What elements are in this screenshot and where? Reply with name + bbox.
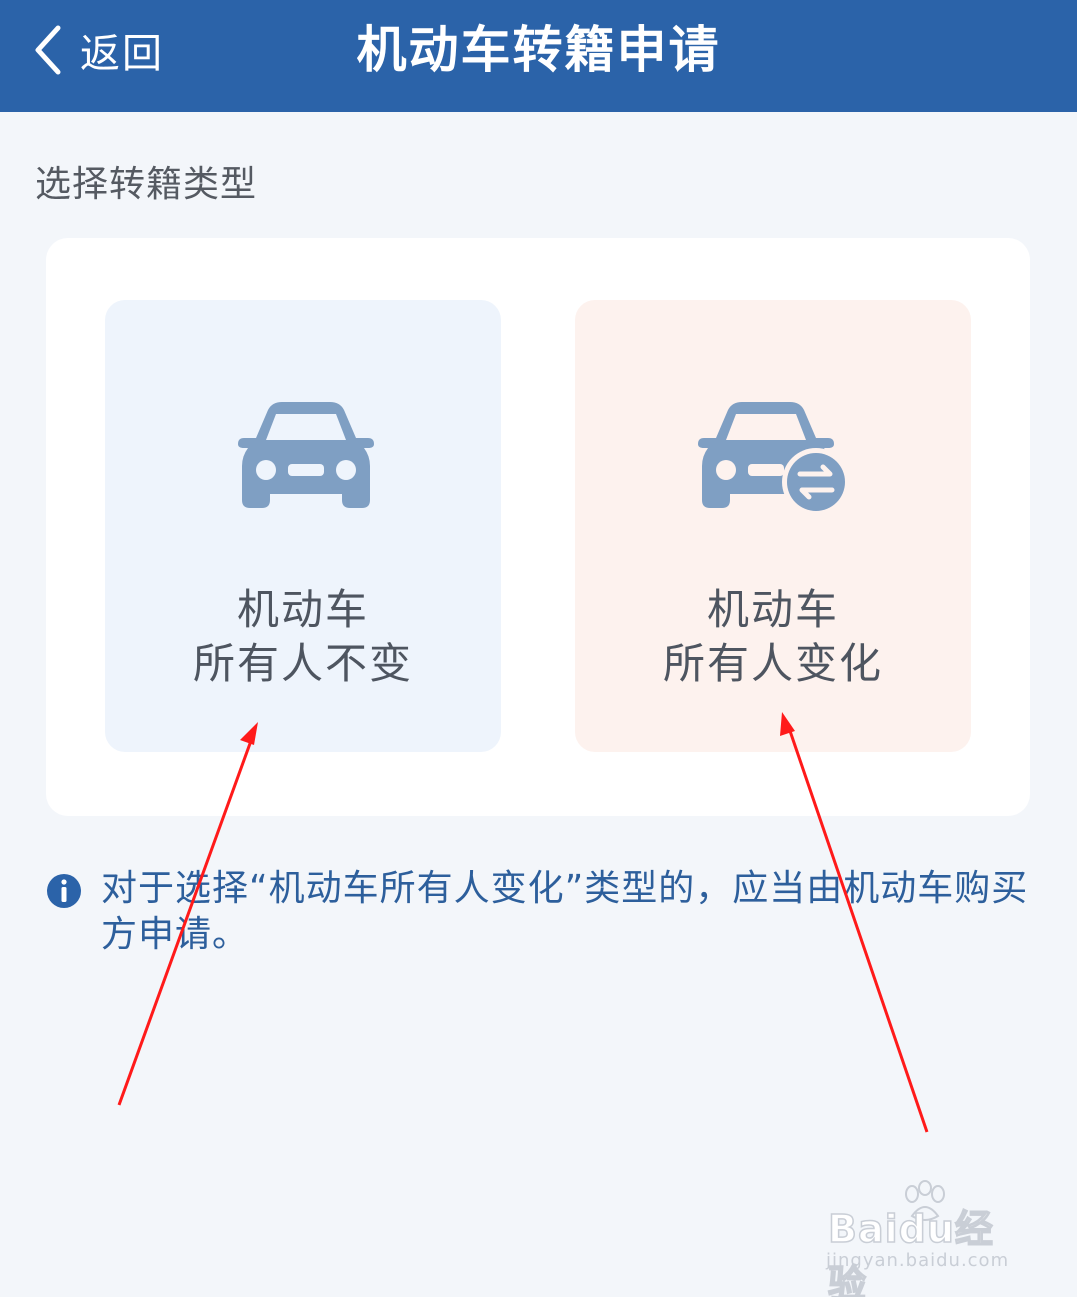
page: 返回 机动车转籍申请 选择转籍类型 机动车 所有人不变 机动车 所有人变化 对于…: [0, 0, 1077, 1297]
section-label: 选择转籍类型: [35, 164, 258, 205]
watermark-main: Baidu经验: [827, 1206, 994, 1297]
option-b-line1: 机动车: [706, 585, 839, 634]
notice-text: 对于选择“机动车所有人变化”类型的，应当由机动车购买方申请。: [101, 868, 1029, 955]
watermark-sub: jingyan.baidu.com: [826, 1250, 1010, 1271]
car-icon: [238, 402, 374, 508]
info-icon: [47, 874, 81, 908]
watermark-logo: Baidu经验 jingyan.baidu.com: [826, 1180, 1026, 1297]
option-a-line1: 机动车: [236, 585, 369, 634]
nav-bar: 返回 机动车转籍申请: [0, 0, 1077, 112]
car-transfer-icon: [698, 402, 850, 512]
page-title: 机动车转籍申请: [356, 21, 721, 79]
option-b-line2: 所有人变化: [662, 639, 883, 688]
option-a-line2: 所有人不变: [192, 639, 413, 688]
